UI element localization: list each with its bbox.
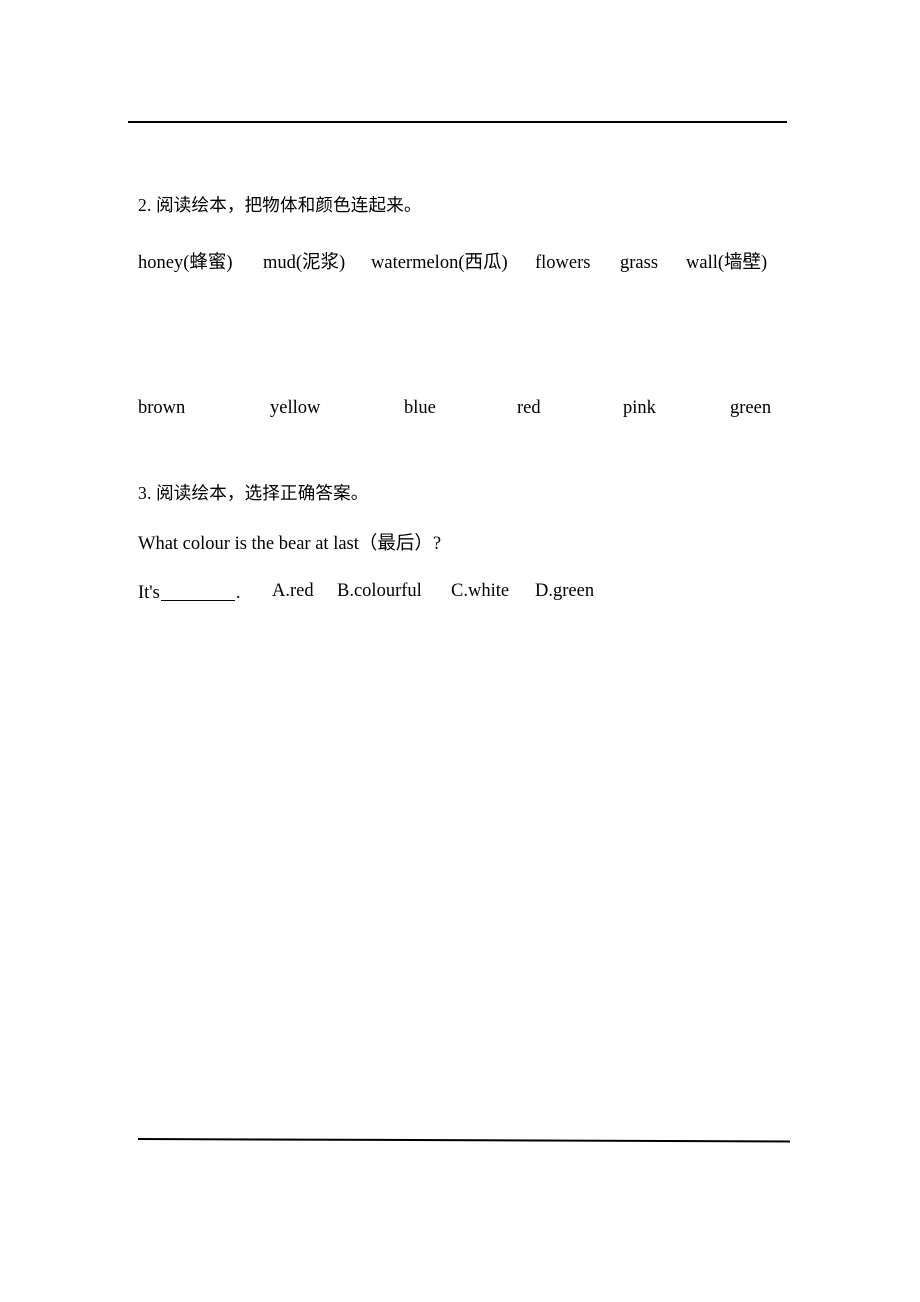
colour-word-yellow[interactable]: yellow xyxy=(270,399,320,418)
answer-period: . xyxy=(235,583,241,603)
option-a[interactable]: A.red xyxy=(272,582,314,601)
horizontal-rule-top xyxy=(128,121,787,123)
exercise-3-heading: 3. 阅读绘本，选择正确答案。 xyxy=(138,483,369,503)
colour-word-brown[interactable]: brown xyxy=(138,399,185,418)
option-c[interactable]: C.white xyxy=(451,582,509,601)
object-word-watermelon[interactable]: watermelon(西瓜) xyxy=(371,254,508,273)
object-word-grass[interactable]: grass xyxy=(620,254,658,273)
horizontal-rule-bottom xyxy=(137,1138,790,1143)
exercise-3-answer-stem: It's. xyxy=(138,582,240,605)
colour-word-red[interactable]: red xyxy=(517,399,541,418)
object-word-honey[interactable]: honey(蜂蜜) xyxy=(138,254,233,273)
option-b[interactable]: B.colourful xyxy=(337,582,422,601)
colour-word-green[interactable]: green xyxy=(730,399,771,418)
colour-word-blue[interactable]: blue xyxy=(404,399,436,418)
worksheet-page: 2. 阅读绘本，把物体和颜色连起来。 honey(蜂蜜) mud(泥浆) wat… xyxy=(0,0,920,1302)
answer-blank-input[interactable] xyxy=(160,583,235,602)
object-word-mud[interactable]: mud(泥浆) xyxy=(263,254,345,273)
colour-word-pink[interactable]: pink xyxy=(623,399,656,418)
blank-work-area[interactable] xyxy=(138,620,790,1120)
answer-stem-text: It's xyxy=(138,583,160,603)
object-word-wall[interactable]: wall(墙壁) xyxy=(686,254,767,273)
option-d[interactable]: D.green xyxy=(535,582,594,601)
object-word-flowers[interactable]: flowers xyxy=(535,254,590,273)
exercise-2-heading: 2. 阅读绘本，把物体和颜色连起来。 xyxy=(138,195,422,215)
exercise-3-question: What colour is the bear at last（最后）? xyxy=(138,534,442,554)
matching-draw-area[interactable] xyxy=(138,288,778,384)
